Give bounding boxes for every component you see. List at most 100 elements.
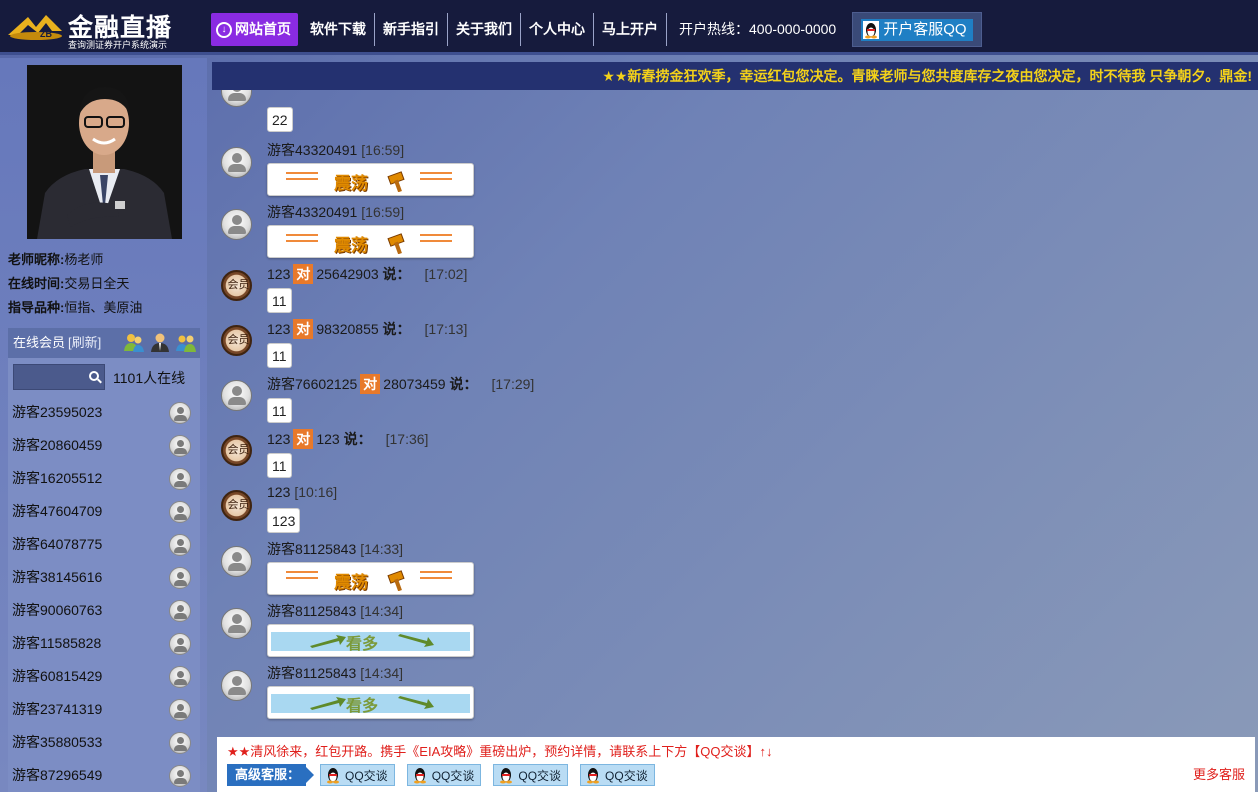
message-time: [14:34] xyxy=(360,603,404,619)
teacher-online-time: 交易日全天 xyxy=(64,276,130,291)
member-item[interactable]: 游客16205512 xyxy=(8,462,200,495)
nav-open-account[interactable]: 马上开户 xyxy=(594,13,667,46)
message-meta: 123 对 123 说： [17:36] xyxy=(267,429,428,449)
left-sidebar: 老师昵称:杨老师 在线时间:交易日全天 指导品种:恒指、美原油 在线会员 [刷新] xyxy=(0,58,207,792)
member-item[interactable]: 游客11585828 xyxy=(8,627,200,660)
message-meta: 游客76602125 对 28073459 说： [17:29] xyxy=(267,374,534,394)
guest-avatar-icon xyxy=(169,732,191,754)
main-nav: ↓ 网站首页 软件下载 新手指引 关于我们 个人中心 马上开户 开户热线：400… xyxy=(211,12,982,47)
sticker-text: 震荡 xyxy=(334,236,368,256)
chat-message: 22 xyxy=(212,90,912,132)
admin-user-icon[interactable] xyxy=(149,331,171,353)
guest-avatar-icon xyxy=(169,633,191,655)
message-user[interactable]: 游客76602125 xyxy=(267,376,357,392)
guest-avatar-icon xyxy=(221,209,252,240)
member-item[interactable]: 游客38145616 xyxy=(8,561,200,594)
sticker-bullish: 看多 xyxy=(267,624,474,657)
qq-chat-button[interactable]: QQ交谈 xyxy=(493,764,569,786)
nav-home[interactable]: ↓ 网站首页 xyxy=(211,13,298,46)
guest-avatar-icon xyxy=(221,90,252,107)
member-item[interactable]: 游客23595023 xyxy=(8,396,200,429)
message-user[interactable]: 游客81125843 xyxy=(267,603,356,619)
qq-penguin-icon xyxy=(500,768,513,784)
message-target[interactable]: 25642903 xyxy=(316,266,378,282)
message-user[interactable]: 游客81125843 xyxy=(267,541,356,557)
message-time: [16:59] xyxy=(361,204,405,220)
member-item[interactable]: 游客20860459 xyxy=(8,429,200,462)
arrow-up-icon xyxy=(310,635,346,648)
users-group-icon[interactable] xyxy=(123,331,145,353)
guest-avatar-icon xyxy=(169,600,191,622)
hammer-icon xyxy=(387,171,405,192)
member-search-input[interactable] xyxy=(14,365,86,389)
message-user[interactable]: 游客43320491 xyxy=(267,142,357,158)
refresh-link[interactable]: [刷新] xyxy=(68,335,101,350)
online-count: 1101人在线 xyxy=(113,370,186,386)
more-service-link[interactable]: 更多客服 xyxy=(1193,764,1245,783)
member-item[interactable]: 游客90060763 xyxy=(8,594,200,627)
member-item[interactable]: 游客23741319 xyxy=(8,693,200,726)
member-item[interactable]: 游客47604709 xyxy=(8,495,200,528)
message-meta: 123 对 98320855 说： [17:13] xyxy=(267,319,467,339)
guest-avatar-icon xyxy=(169,666,191,688)
online-members-panel: 1101人在线 游客23595023 游客20860459 游客16205512… xyxy=(8,358,200,792)
member-item[interactable]: 游客87296549 xyxy=(8,759,200,792)
qq-chat-button[interactable]: QQ交谈 xyxy=(580,764,655,786)
member-name: 游客90060763 xyxy=(12,602,103,618)
message-user[interactable]: 123 xyxy=(267,431,290,447)
nav-software-download[interactable]: 软件下载 xyxy=(302,13,375,46)
guest-avatar-icon xyxy=(221,546,252,577)
teacher-nickname-row: 老师昵称:杨老师 xyxy=(8,248,142,272)
member-list: 游客23595023 游客20860459 游客16205512 游客47604… xyxy=(8,396,200,792)
message-meta: 游客43320491 [16:59] xyxy=(267,202,404,222)
search-icon[interactable] xyxy=(89,371,99,381)
sticker-oscillate: 震荡 xyxy=(267,562,474,595)
member-name: 游客23595023 xyxy=(12,404,103,420)
message-target[interactable]: 28073459 xyxy=(383,376,445,392)
vip-users-icon[interactable] xyxy=(175,331,197,353)
products-label: 指导品种: xyxy=(8,300,65,315)
message-user[interactable]: 游客43320491 xyxy=(267,204,357,220)
message-meta: 游客43320491 [16:59] xyxy=(267,140,404,160)
message-target[interactable]: 123 xyxy=(316,431,339,447)
nav-personal-center[interactable]: 个人中心 xyxy=(521,13,594,46)
hammer-icon xyxy=(387,570,405,591)
guest-avatar-icon xyxy=(169,435,191,457)
qq-service-button[interactable]: 开户客服QQ xyxy=(852,12,982,47)
message-user[interactable]: 123 xyxy=(267,321,290,337)
member-name: 游客38145616 xyxy=(12,569,103,585)
to-badge: 对 xyxy=(293,264,314,284)
message-time: [17:36] xyxy=(385,431,429,447)
member-item[interactable]: 游客35880533 xyxy=(8,726,200,759)
message-user[interactable]: 123 xyxy=(267,484,290,500)
member-search-box xyxy=(13,364,105,390)
svg-text:ZB: ZB xyxy=(40,29,52,39)
message-time: [16:59] xyxy=(361,142,405,158)
message-time: [10:16] xyxy=(294,484,338,500)
message-meta: 123 对 25642903 说： [17:02] xyxy=(267,264,467,284)
message-user[interactable]: 123 xyxy=(267,266,290,282)
online-time-label: 在线时间: xyxy=(8,276,65,291)
say-label: 说： xyxy=(449,376,478,392)
member-name: 游客35880533 xyxy=(12,734,103,750)
teacher-info: 老师昵称:杨老师 在线时间:交易日全天 指导品种:恒指、美原油 xyxy=(8,248,142,320)
member-name: 游客60815429 xyxy=(12,668,103,684)
say-label: 说： xyxy=(382,321,411,337)
qq-chat-button[interactable]: QQ交谈 xyxy=(406,764,482,786)
message-user[interactable]: 游客81125843 xyxy=(267,665,356,681)
service-label: 高级客服： xyxy=(227,764,315,786)
guest-avatar-icon xyxy=(221,670,252,701)
member-item[interactable]: 游客64078775 xyxy=(8,528,200,561)
sticker-oscillate: 震荡 xyxy=(267,163,474,196)
qq-chat-label: QQ交谈 xyxy=(431,768,475,783)
member-item[interactable]: 游客60815429 xyxy=(8,660,200,693)
message-target[interactable]: 98320855 xyxy=(316,321,378,337)
message-time: [17:29] xyxy=(491,376,535,392)
message-bubble: 123 xyxy=(267,508,301,533)
brand-subtitle: 查询测证券开户系统演示 xyxy=(68,40,168,50)
nav-beginner-guide[interactable]: 新手指引 xyxy=(375,13,448,46)
site-logo[interactable]: ZB 金融直播 查询测证券开户系统演示 xyxy=(6,5,201,50)
guest-avatar-icon xyxy=(169,699,191,721)
nav-about-us[interactable]: 关于我们 xyxy=(448,13,521,46)
qq-chat-button[interactable]: QQ交谈 xyxy=(320,764,395,786)
